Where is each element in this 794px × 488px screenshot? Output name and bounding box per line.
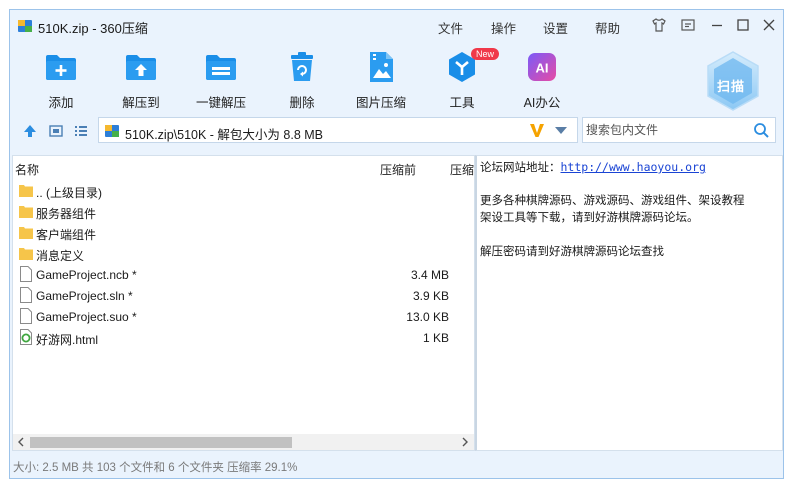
one-click-extract-icon [206, 55, 236, 80]
maximize-icon[interactable] [734, 16, 752, 34]
folder-icon [19, 185, 33, 197]
search-input[interactable] [585, 120, 745, 140]
extract-to-button[interactable]: 解压到 [106, 50, 176, 111]
archive-comment-pane: 论坛网站地址：http://www.haoyou.org 更多各种棋牌源码、游戏… [475, 155, 783, 451]
up-arrow-icon[interactable] [22, 123, 38, 139]
search-icon[interactable] [753, 122, 770, 139]
tools-label: 工具 [449, 96, 475, 110]
document-icon [20, 287, 32, 303]
comment-line: 解压密码请到好游棋牌源码论坛查找 [480, 244, 664, 258]
list-item[interactable]: 好游网.html 1 KB [19, 327, 449, 347]
list-view-icon[interactable] [73, 123, 89, 139]
comment-site-line: 论坛网站地址：http://www.haoyou.org [480, 159, 706, 175]
search-box [582, 117, 776, 143]
add-label: 添加 [48, 96, 74, 110]
delete-button[interactable]: 删除 [267, 50, 337, 111]
one-click-extract-label: 一键解压 [195, 96, 246, 110]
ai-office-icon: AI [528, 53, 556, 81]
column-name[interactable]: 名称 [15, 161, 39, 178]
comment-line: 架设工具等下载，请到好游棋牌源码论坛。 [480, 210, 699, 224]
skin-shirt-icon[interactable] [650, 16, 668, 34]
forum-link[interactable]: http://www.haoyou.org [561, 160, 706, 174]
chevron-down-icon[interactable] [555, 127, 567, 135]
extract-to-icon [126, 55, 156, 80]
document-icon [20, 308, 32, 324]
zip-archive-icon [18, 20, 32, 32]
file-name: GameProject.sln * [36, 289, 133, 303]
column-compressed[interactable]: 压缩 [450, 161, 474, 178]
file-size: 3.4 MB [410, 268, 449, 282]
thumbnail-view-icon[interactable] [48, 123, 64, 139]
column-original-size[interactable]: 压缩前 [380, 161, 416, 178]
image-compress-button[interactable]: 图片压缩 [346, 50, 416, 111]
file-name: GameProject.ncb * [36, 268, 137, 282]
file-size: 13.0 KB [406, 310, 449, 324]
file-name: 服务器组件 [36, 207, 97, 221]
scan-label: 扫描 [717, 79, 746, 94]
new-badge: New [471, 48, 500, 60]
folder-icon [19, 248, 33, 260]
archive-path: 510K.zip\510K - 解包大小为 8.8 MB [125, 128, 323, 142]
file-size: 3.9 KB [412, 289, 449, 303]
menu-file[interactable]: 文件 [438, 18, 463, 37]
recycle-bin-icon [291, 52, 313, 81]
menu-operation[interactable]: 操作 [491, 18, 516, 37]
list-item[interactable]: GameProject.ncb * 3.4 MB [19, 264, 449, 284]
file-name: 客户端组件 [36, 228, 97, 242]
file-size: 1 KB [422, 331, 449, 345]
ai-icon-text: AI [536, 61, 549, 76]
add-folder-icon [46, 55, 76, 80]
title-bar: 510K.zip - 360压缩 文件 操作 设置 帮助 [10, 10, 783, 40]
menu-settings[interactable]: 设置 [543, 18, 568, 37]
folder-icon [19, 227, 33, 239]
scrollbar-thumb[interactable] [30, 437, 292, 448]
list-item[interactable]: 客户端组件 [19, 222, 449, 242]
comment-site-label: 论坛网站地址： [480, 160, 561, 174]
comment-line: 更多各种棋牌源码、游戏源码、游戏组件、架设教程 [480, 193, 745, 207]
scroll-right-icon[interactable] [460, 437, 470, 447]
add-button[interactable]: 添加 [26, 50, 96, 111]
app-window: 510K.zip - 360压缩 文件 操作 设置 帮助 添加 解压到 一键解压… [9, 9, 784, 479]
delete-label: 删除 [289, 96, 315, 110]
path-bar[interactable]: 510K.zip\510K - 解包大小为 8.8 MB [98, 117, 578, 143]
file-name: .. (上级目录) [36, 186, 102, 200]
ai-office-label: AI办公 [523, 96, 561, 110]
file-list-pane: 名称 压缩前 压缩 .. (上级目录) 服务器组件 客户端组件 消息定义 Gam… [12, 155, 475, 451]
extract-to-label: 解压到 [122, 96, 160, 110]
tools-button[interactable]: New 工具 [427, 48, 500, 111]
horizontal-scrollbar[interactable] [13, 434, 474, 450]
menu-help[interactable]: 帮助 [595, 18, 620, 37]
list-item[interactable]: GameProject.sln * 3.9 KB [19, 285, 449, 305]
zip-archive-icon [105, 125, 119, 137]
scroll-left-icon[interactable] [16, 437, 26, 447]
minimize-icon[interactable] [708, 16, 726, 34]
ai-office-button[interactable]: AI AI办公 [507, 50, 577, 111]
one-click-extract-button[interactable]: 一键解压 [186, 50, 256, 111]
file-name: GameProject.suo * [36, 310, 137, 324]
image-compress-label: 图片压缩 [355, 96, 406, 110]
close-icon[interactable] [760, 16, 778, 34]
document-icon [20, 266, 32, 282]
feedback-icon[interactable] [679, 16, 697, 34]
scan-button[interactable]: 扫描 [705, 50, 761, 112]
html-file-icon [20, 329, 32, 345]
v-logo-icon[interactable] [529, 121, 545, 139]
window-title: 510K.zip - 360压缩 [38, 21, 148, 36]
list-item[interactable]: .. (上级目录) [19, 180, 449, 200]
status-bar-text: 大小: 2.5 MB 共 103 个文件和 6 个文件夹 压缩率 29.1% [13, 462, 298, 474]
list-item[interactable]: GameProject.suo * 13.0 KB [19, 306, 449, 326]
list-item[interactable]: 消息定义 [19, 243, 449, 263]
image-compress-icon [370, 52, 393, 82]
file-name: 好游网.html [36, 333, 99, 347]
file-name: 消息定义 [36, 249, 85, 263]
folder-icon [19, 206, 33, 218]
list-item[interactable]: 服务器组件 [19, 201, 449, 221]
